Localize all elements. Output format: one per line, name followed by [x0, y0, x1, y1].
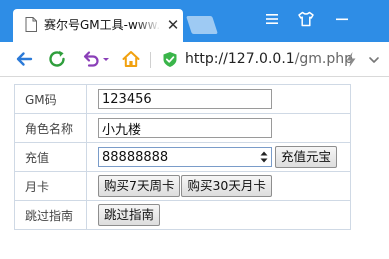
url-host: http://127.0.0.1: [185, 51, 295, 67]
gm-code-cell: [86, 84, 351, 114]
toolbar-divider: [150, 52, 151, 68]
spinner-arrows-icon[interactable]: [259, 149, 269, 165]
month-card-cell: 购买7天周卡 购买30天月卡: [86, 171, 351, 201]
shirt-icon[interactable]: [295, 8, 317, 30]
recharge-cell: 充值元宝: [86, 142, 351, 172]
skip-guide-cell: 跳过指南: [86, 200, 351, 230]
lightning-icon[interactable]: [344, 51, 358, 68]
gm-code-input[interactable]: [98, 89, 272, 109]
new-tab-button[interactable]: [186, 16, 218, 34]
table-row: 充值 充值元宝: [14, 142, 351, 172]
role-name-input[interactable]: [98, 118, 272, 138]
buy-30-day-card-button[interactable]: 购买30天月卡: [181, 175, 272, 197]
table-row: GM码: [14, 84, 351, 114]
page-icon: [25, 17, 37, 32]
menu-icon[interactable]: [261, 8, 283, 30]
role-name-cell: [86, 113, 351, 143]
reload-icon[interactable]: [46, 48, 68, 70]
back-arrow-icon[interactable]: [13, 48, 35, 70]
home-icon[interactable]: [120, 48, 142, 70]
month-card-label: 月卡: [14, 171, 87, 201]
recharge-label: 充值: [14, 142, 87, 172]
chevron-down-icon[interactable]: [367, 53, 381, 67]
buy-7-day-card-button[interactable]: 购买7天周卡: [98, 175, 181, 197]
browser-tab[interactable]: 赛尔号GM工具-www. ✕: [13, 9, 183, 42]
url-text[interactable]: http://127.0.0.1/gm.php: [185, 50, 353, 69]
table-row: 角色名称: [14, 113, 351, 143]
minimize-icon[interactable]: [331, 8, 353, 30]
skip-guide-button[interactable]: 跳过指南: [98, 204, 161, 226]
shield-check-icon[interactable]: [162, 51, 178, 68]
table-row: 跳过指南 跳过指南: [14, 200, 351, 230]
tab-title-fade: [135, 15, 161, 35]
gm-code-label: GM码: [14, 84, 87, 114]
tab-close-icon[interactable]: ✕: [166, 16, 180, 34]
recharge-amount-input[interactable]: [98, 147, 272, 167]
browser-toolbar: http://127.0.0.1/gm.php: [0, 42, 389, 77]
table-row: 月卡 购买7天周卡 购买30天月卡: [14, 171, 351, 201]
skip-guide-label: 跳过指南: [14, 200, 87, 230]
address-bar[interactable]: http://127.0.0.1/gm.php: [158, 47, 389, 72]
recharge-number-field: [98, 147, 272, 167]
gm-form-table: GM码 角色名称 充值 充值元宝 月卡 购买7天周卡购买30天月卡 跳过指南: [14, 84, 351, 230]
undo-dropdown-icon[interactable]: [100, 48, 112, 70]
browser-tabstrip: 赛尔号GM工具-www. ✕: [0, 0, 389, 42]
recharge-button[interactable]: 充值元宝: [275, 146, 338, 168]
undo-icon[interactable]: [80, 48, 102, 70]
role-name-label: 角色名称: [14, 113, 87, 143]
